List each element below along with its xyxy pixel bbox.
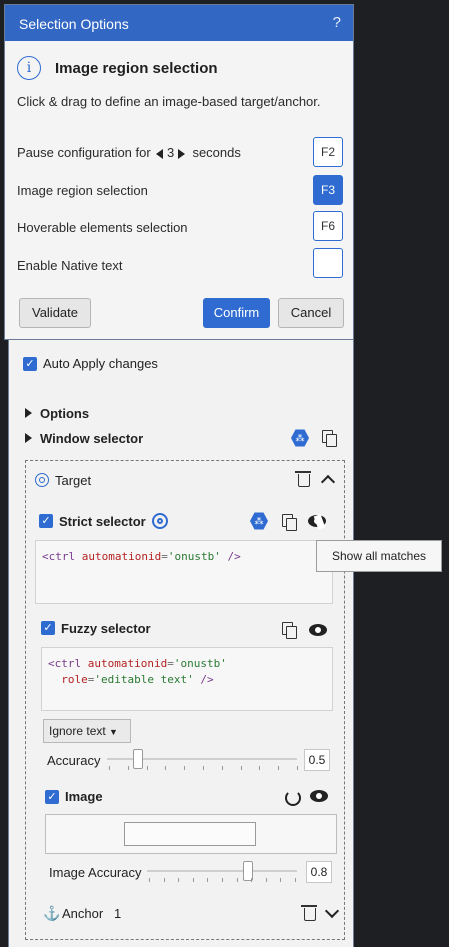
help-button[interactable]: ? <box>333 14 341 31</box>
confirm-button[interactable]: Confirm <box>203 298 270 328</box>
image-show-matches-eye-icon[interactable] <box>310 790 328 802</box>
image-preview-box <box>45 814 337 854</box>
image-accuracy-label: Image Accuracy <box>49 865 142 880</box>
target-icon <box>35 473 49 487</box>
increase-seconds-icon[interactable] <box>177 148 185 159</box>
image-accuracy-slider-tick <box>251 878 253 882</box>
window-selector-expand-icon[interactable] <box>25 433 32 443</box>
fuzzy-show-matches-eye-icon[interactable] <box>309 624 327 636</box>
dialog-heading: Image region selection <box>55 60 218 77</box>
native-text-hotkey-button[interactable] <box>313 248 343 278</box>
accuracy-slider-tick <box>165 766 167 770</box>
cancel-button[interactable]: Cancel <box>278 298 344 328</box>
pause-label-prefix: Pause configuration for <box>17 145 151 160</box>
strict-selector-target-icon[interactable] <box>152 513 168 529</box>
fuzzy-code-end: /> <box>200 673 214 686</box>
accuracy-slider-tick <box>297 766 298 770</box>
accuracy-slider-tick <box>221 766 223 770</box>
image-accuracy-value[interactable]: 0.8 <box>306 861 332 883</box>
show-all-matches-tooltip: Show all matches <box>316 540 442 572</box>
accuracy-slider-tick <box>146 766 148 770</box>
copy-fuzzy-selector-icon[interactable] <box>282 622 297 639</box>
image-accuracy-slider-tick <box>207 878 209 882</box>
delete-anchor-icon[interactable] <box>301 905 317 921</box>
selection-options-dialog: Selection Options ? i Image region selec… <box>4 4 354 340</box>
copy-strict-selector-icon[interactable] <box>282 514 297 531</box>
image-accuracy-slider-tick <box>178 878 180 882</box>
accuracy-slider-tick <box>278 766 280 770</box>
indicate-window-icon[interactable]: ⁂ <box>291 429 309 447</box>
accuracy-slider-tick <box>127 766 129 770</box>
refresh-icon[interactable] <box>285 790 301 806</box>
copy-window-selector-icon[interactable] <box>322 430 337 447</box>
dialog-description: Click & drag to define an image-based ta… <box>17 94 321 109</box>
accuracy-value[interactable]: 0.5 <box>304 749 330 771</box>
strict-selector-label: Strict selector <box>59 514 146 529</box>
pause-hotkey-button[interactable]: F2 <box>313 137 343 167</box>
ignore-text-dropdown[interactable]: Ignore text ▼ <box>43 719 131 743</box>
code-tag: <ctrl <box>42 550 76 563</box>
accuracy-slider-tick <box>184 766 186 770</box>
auto-apply-checkbox[interactable]: ✓ <box>23 357 37 371</box>
image-checkbox[interactable]: ✓ <box>45 790 59 804</box>
hoverable-elements-label: Hoverable elements selection <box>17 220 188 235</box>
dialog-title: Selection Options <box>19 16 129 32</box>
decrease-seconds-icon[interactable] <box>156 148 164 159</box>
image-accuracy-slider-tick <box>192 878 194 882</box>
code-end: /> <box>227 550 241 563</box>
fuzzy-selector-checkbox[interactable]: ✓ <box>41 621 55 635</box>
fuzzy-code-value-2: 'editable text' <box>94 673 194 686</box>
info-icon: i <box>17 56 41 80</box>
fuzzy-selector-editor[interactable]: <ctrl automationid='onustb' role='editab… <box>41 647 333 711</box>
fuzzy-code-value: 'onustb' <box>173 657 227 670</box>
accuracy-label: Accuracy <box>47 753 101 768</box>
accuracy-slider-tick <box>203 766 204 770</box>
properties-panel: ✓ Auto Apply changes Options Window sele… <box>8 340 354 947</box>
options-expand-icon[interactable] <box>25 408 32 418</box>
dialog-titlebar: Selection Options ? <box>5 5 353 41</box>
image-accuracy-slider-tick <box>280 878 282 882</box>
fuzzy-selector-label: Fuzzy selector <box>61 621 151 636</box>
strict-selector-editor[interactable]: <ctrl automationid='onustb' /> <box>35 540 333 604</box>
image-accuracy-slider-tick <box>236 878 238 882</box>
image-region-label: Image region selection <box>17 183 148 198</box>
accuracy-slider-tick <box>109 766 110 770</box>
window-selector-section[interactable]: Window selector <box>40 431 143 446</box>
hoverable-hotkey-button[interactable]: F6 <box>313 211 343 241</box>
fuzzy-code-tag: <ctrl <box>48 657 82 670</box>
accuracy-slider-thumb[interactable] <box>133 749 143 769</box>
anchor-count: 1 <box>114 906 122 921</box>
image-accuracy-slider-tick <box>265 878 267 882</box>
target-label: Target <box>55 473 92 488</box>
image-accuracy-slider-tick <box>149 878 150 882</box>
image-accuracy-slider-tick <box>222 878 223 882</box>
fuzzy-code-attr-2: role <box>61 673 88 686</box>
code-attr: automationid <box>81 550 162 563</box>
anchor-icon: ⚓ <box>43 905 61 921</box>
accuracy-slider-tick <box>259 766 261 770</box>
image-label: Image <box>65 789 103 804</box>
strict-selector-checkbox[interactable]: ✓ <box>39 514 53 528</box>
native-text-label: Enable Native text <box>17 258 123 273</box>
pause-label-suffix: seconds <box>192 145 241 160</box>
anchor-label: Anchor <box>62 906 104 921</box>
chevron-down-icon: ▼ <box>109 727 118 737</box>
image-accuracy-slider-tick <box>295 878 296 882</box>
image-accuracy-slider[interactable] <box>147 870 297 872</box>
ignore-text-value: Ignore text <box>49 724 106 738</box>
accuracy-slider-tick <box>240 766 242 770</box>
pause-configuration-row: Pause configuration for 3 seconds <box>17 145 241 160</box>
code-value: 'onustb' <box>167 550 221 563</box>
delete-target-icon[interactable] <box>295 471 311 487</box>
image-accuracy-slider-tick <box>163 878 165 882</box>
image-preview-thumbnail <box>124 822 256 846</box>
image-region-hotkey-button[interactable]: F3 <box>313 175 343 205</box>
fuzzy-code-attr: automationid <box>87 657 168 670</box>
options-section[interactable]: Options <box>40 406 89 421</box>
validate-button[interactable]: Validate <box>19 298 91 328</box>
pause-seconds-value: 3 <box>166 145 175 160</box>
auto-apply-label: Auto Apply changes <box>43 356 158 371</box>
